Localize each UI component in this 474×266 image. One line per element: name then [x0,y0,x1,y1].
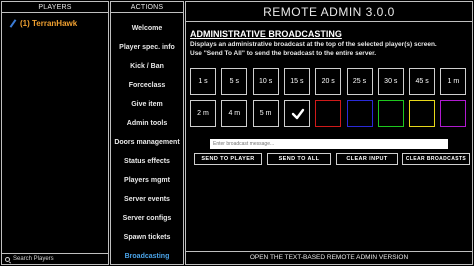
player-name: (1) TerranHawk [20,19,78,28]
description: Displays an administrative broadcast at … [190,41,472,58]
color-swatch-button[interactable] [409,100,436,127]
players-header: PLAYERS [2,2,108,13]
description-line-2: Use "Send To All" to send the broadcast … [190,49,377,57]
action-item-broadcasting[interactable]: Broadcasting [111,247,183,266]
actions-header: ACTIONS [111,2,183,13]
action-item-spawn-tickets[interactable]: Spawn tickets [111,228,183,247]
color-swatch-button[interactable] [377,100,404,127]
duration-button[interactable]: 45 s [409,68,436,95]
page-title: REMOTE ADMIN 3.0.0 [186,2,472,22]
action-item-give-item[interactable]: Give item [111,95,183,114]
duration-button[interactable]: 1 s [190,68,216,95]
broadcast-message-input[interactable] [210,139,448,149]
action-item-status-effects[interactable]: Status effects [111,152,183,171]
action-list: Welcome Player spec. info Kick / Ban Forcec… [111,19,183,266]
duration-button[interactable]: 20 s [315,68,342,95]
main-panel: REMOTE ADMIN 3.0.0 ADMINISTRATIVE BROADC… [185,1,473,265]
pencil-icon [10,20,17,27]
search-players-input[interactable]: Search Players [2,253,108,264]
color-swatch-button[interactable] [440,100,467,127]
send-to-all-button[interactable]: SEND TO ALL [267,153,331,165]
text-based-version-link[interactable]: OPEN THE TEXT-BASED REMOTE ADMIN VERSION [186,251,472,264]
duration-button[interactable]: 2 m [190,100,216,127]
search-placeholder: Search Players [13,256,54,262]
action-item-server-events[interactable]: Server events [111,190,183,209]
duration-button[interactable]: 5 m [252,100,279,127]
action-item-welcome[interactable]: Welcome [111,19,183,38]
actions-panel: ACTIONS Welcome Player spec. info Kick / B… [110,1,184,265]
duration-button[interactable]: 25 s [346,68,373,95]
duration-button[interactable]: 5 s [221,68,248,95]
description-line-1: Displays an administrative broadcast at … [190,41,437,48]
search-icon [5,256,10,262]
player-list-item[interactable]: (1) TerranHawk [10,19,77,28]
players-panel: PLAYERS (1) TerranHawk Search Players [1,1,109,265]
color-swatch-button[interactable] [346,100,373,127]
duration-button[interactable]: 30 s [377,68,404,95]
duration-button[interactable]: 15 s [283,68,310,95]
clear-input-button[interactable]: CLEAR INPUT [336,153,398,165]
action-item-forceclass[interactable]: Forceclass [111,76,183,95]
duration-button[interactable]: 1 m [440,68,467,95]
action-item-server-configs[interactable]: Server configs [111,209,183,228]
action-item-players-mgmt[interactable]: Players mgmt [111,171,183,190]
action-item-admin-tools[interactable]: Admin tools [111,114,183,133]
color-swatch-button[interactable] [315,100,342,127]
duration-button[interactable]: 10 s [252,68,279,95]
action-item-doors-management[interactable]: Doors management [111,133,183,152]
clear-broadcasts-button[interactable]: CLEAR BROADCASTS [402,153,470,165]
section-title: ADMINISTRATIVE BROADCASTING [190,29,342,39]
checkmark-icon [291,108,305,120]
duration-button[interactable]: 4 m [221,100,248,127]
action-item-player-spec-info[interactable]: Player spec. info [111,38,183,57]
send-to-player-button[interactable]: SEND TO PLAYER [194,153,262,165]
selected-option-button[interactable] [283,100,310,127]
action-item-kick-ban[interactable]: Kick / Ban [111,57,183,76]
